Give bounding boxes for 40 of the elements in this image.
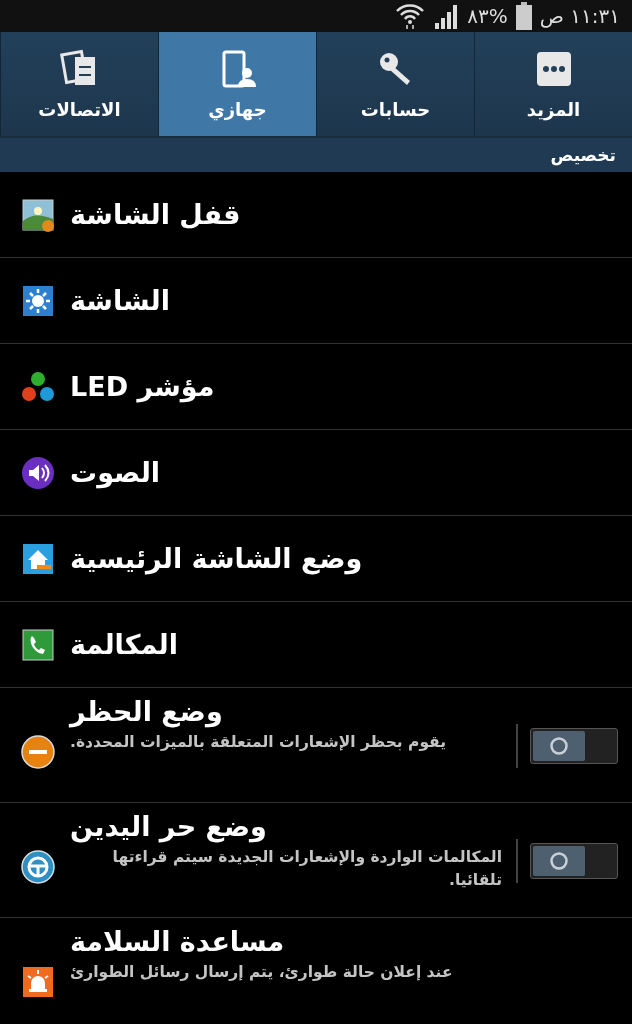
settings-item[interactable]: الصوت bbox=[0, 430, 632, 516]
settings-item[interactable]: مؤشر LED bbox=[0, 344, 632, 430]
tab[interactable]: جهازي bbox=[158, 32, 316, 136]
battery-percent: ٨٣% bbox=[467, 4, 508, 28]
tab[interactable]: المزيد bbox=[474, 32, 632, 136]
settings-item[interactable]: وضع حر اليدين المكالمات الواردة والإشعارات الجديدة سيتم قراءتها تلقائيا. bbox=[0, 803, 632, 918]
wifi-icon bbox=[395, 2, 426, 30]
tab[interactable]: الاتصالات bbox=[0, 32, 158, 136]
settings-item[interactable]: مساعدة السلامة عند إعلان حالة طوارئ، يتم إرسال رسائل الطوارئ bbox=[0, 918, 632, 1024]
speaker-icon bbox=[20, 454, 56, 491]
item-title: وضع الحظر bbox=[70, 696, 223, 727]
signal-icon bbox=[433, 3, 460, 29]
settings-item[interactable]: الشاشة bbox=[0, 258, 632, 344]
battery-icon bbox=[515, 2, 532, 30]
item-title: المكالمة bbox=[70, 629, 178, 660]
item-description: يقوم بحظر الإشعارات المتعلقة بالميزات المحددة. bbox=[70, 732, 447, 753]
ring-icon bbox=[549, 736, 569, 756]
tab[interactable]: حسابات bbox=[316, 32, 474, 136]
clock: ١١:٣١ ص bbox=[539, 4, 620, 28]
item-title: قفل الشاشة bbox=[70, 199, 241, 230]
item-title: وضع الشاشة الرئيسية bbox=[70, 543, 363, 574]
siren-icon bbox=[20, 964, 56, 1000]
toggle-switch[interactable] bbox=[530, 843, 618, 879]
item-description: عند إعلان حالة طوارئ، يتم إرسال رسائل الطوارئ bbox=[70, 962, 453, 983]
settings-item[interactable]: وضع الحظر يقوم بحظر الإشعارات المتعلقة بالميزات المحددة. bbox=[0, 688, 632, 803]
settings-item[interactable]: المكالمة bbox=[0, 602, 632, 688]
steering-wheel-icon bbox=[20, 849, 56, 885]
settings-item[interactable]: وضع الشاشة الرئيسية bbox=[0, 516, 632, 602]
item-title: وضع حر اليدين bbox=[70, 811, 267, 842]
item-title: مساعدة السلامة bbox=[70, 926, 285, 957]
minus-circle-icon bbox=[20, 734, 56, 770]
item-title: الصوت bbox=[70, 457, 161, 488]
item-title: مؤشر LED bbox=[70, 371, 215, 402]
ring-icon bbox=[549, 851, 569, 871]
item-description: المكالمات الواردة والإشعارات الجديدة سيتم قراءتها تلقائيا. bbox=[111, 847, 502, 892]
item-title: الشاشة bbox=[70, 285, 170, 316]
toggle-switch[interactable] bbox=[530, 728, 618, 764]
settings-item[interactable]: قفل الشاشة bbox=[0, 172, 632, 258]
phone-icon bbox=[20, 626, 56, 663]
section-title: تخصيص bbox=[550, 145, 616, 165]
